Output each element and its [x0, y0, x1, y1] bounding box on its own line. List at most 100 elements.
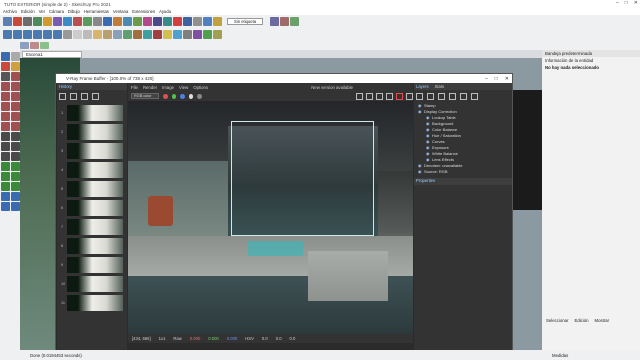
pixel-size[interactable]: 1x1: [159, 336, 166, 341]
shape-tool-icon[interactable]: [43, 17, 52, 26]
vray-scatter-icon[interactable]: [203, 30, 212, 39]
vfb-menu-file[interactable]: File: [131, 85, 138, 90]
tape-measure-icon[interactable]: [103, 17, 112, 26]
components-icon[interactable]: [40, 42, 49, 49]
paint-icon[interactable]: [11, 62, 20, 71]
menu-extensiones[interactable]: Extensiones: [132, 9, 155, 14]
views-left-icon[interactable]: [53, 30, 62, 39]
circle-icon[interactable]: [11, 82, 20, 91]
push-pull-icon[interactable]: [53, 17, 62, 26]
menu-dibujo[interactable]: Dibujo: [68, 9, 80, 14]
vfb-menu-render[interactable]: Render: [143, 85, 157, 90]
tab-edicion[interactable]: Edición: [574, 318, 588, 323]
monochrome-icon[interactable]: [113, 30, 122, 39]
arc-icon[interactable]: [11, 92, 20, 101]
line-tool-icon[interactable]: [23, 17, 32, 26]
shaded-icon[interactable]: [93, 30, 102, 39]
zoom-left-icon[interactable]: [1, 172, 10, 181]
green-channel-icon[interactable]: [171, 93, 177, 99]
orbit-left-icon[interactable]: [1, 162, 10, 171]
vray-render-icon[interactable]: [163, 17, 172, 26]
vray-vfb-icon[interactable]: [193, 17, 202, 26]
layer-delete-icon[interactable]: [460, 92, 467, 100]
render-image[interactable]: [128, 101, 413, 334]
camera-icon[interactable]: [270, 17, 280, 26]
eye-icon[interactable]: ◉: [418, 169, 422, 174]
stats-tab[interactable]: Stats: [435, 84, 445, 89]
scale-tool-icon[interactable]: [83, 17, 92, 26]
history-load-icon[interactable]: [70, 92, 77, 100]
prev-view-icon[interactable]: [1, 182, 10, 191]
minimize-icon[interactable]: –: [616, 0, 619, 6]
eye-icon[interactable]: ◉: [426, 133, 430, 138]
color-format[interactable]: HSV: [245, 336, 254, 341]
scene-tab[interactable]: Escena1: [22, 51, 82, 58]
color-mode[interactable]: Raw: [173, 336, 181, 341]
outliner-icon[interactable]: [30, 42, 39, 49]
eye-icon[interactable]: ◉: [426, 121, 430, 126]
vray-fur-icon[interactable]: [193, 30, 202, 39]
orbit-icon[interactable]: [123, 17, 132, 26]
close-icon[interactable]: ✕: [634, 0, 638, 6]
layer-group-icon[interactable]: [427, 92, 434, 100]
pan-icon[interactable]: [133, 17, 142, 26]
zoom-extents-icon[interactable]: [153, 17, 162, 26]
mono-channel-icon[interactable]: [197, 93, 202, 99]
styles-icon[interactable]: [213, 17, 222, 26]
dimension-icon[interactable]: [11, 142, 20, 151]
vray-dome-light-icon[interactable]: [173, 30, 182, 39]
pencil-icon[interactable]: [1, 72, 10, 81]
menu-ayuda[interactable]: Ayuda: [159, 9, 171, 14]
vfb-maximize-icon[interactable]: □: [495, 76, 498, 82]
position-camera-icon[interactable]: [290, 17, 300, 26]
layer-load-icon[interactable]: [449, 92, 456, 100]
history-item[interactable]: 2: [61, 123, 123, 140]
eye-icon[interactable]: ◉: [426, 145, 430, 150]
history-item[interactable]: 8: [61, 237, 123, 254]
vfb-menu-options[interactable]: Options: [193, 85, 208, 90]
menu-ventana[interactable]: Ventana: [113, 9, 128, 14]
vfb-menu-image[interactable]: Image: [162, 85, 174, 90]
vray-sphere-light-icon[interactable]: [163, 30, 172, 39]
history-compare-icon[interactable]: [81, 92, 88, 100]
move-tool-icon[interactable]: [63, 17, 72, 26]
layer-icon[interactable]: [20, 42, 29, 49]
eye-icon[interactable]: ◉: [426, 157, 430, 162]
vray-asset-editor-icon[interactable]: [183, 17, 192, 26]
follow-me-icon[interactable]: [11, 112, 20, 121]
layer-save-icon[interactable]: [438, 92, 445, 100]
vray-interactive-icon[interactable]: [173, 17, 182, 26]
views-back-icon[interactable]: [43, 30, 52, 39]
3d-text-icon[interactable]: [11, 152, 20, 161]
freehand-icon[interactable]: [11, 72, 20, 81]
tab-seleccionar[interactable]: Seleccionar: [546, 318, 568, 323]
push-pull-left-icon[interactable]: [11, 102, 20, 111]
layer-row[interactable]: ◉ Source: RGB: [414, 168, 512, 174]
move-icon[interactable]: [1, 102, 10, 111]
look-around-icon[interactable]: [11, 192, 20, 201]
eraser-icon[interactable]: [1, 62, 10, 71]
history-delete-icon[interactable]: [92, 92, 99, 100]
tape-icon[interactable]: [1, 132, 10, 141]
offset-icon[interactable]: [11, 122, 20, 131]
hidden-line-icon[interactable]: [83, 30, 92, 39]
rotate-tool-icon[interactable]: [73, 17, 82, 26]
lasso-icon[interactable]: [11, 52, 20, 61]
track-mouse-icon[interactable]: [366, 92, 373, 100]
entity-info-header[interactable]: Información de la entidad: [542, 57, 640, 64]
region-render-icon[interactable]: [356, 92, 363, 100]
eye-icon[interactable]: ◉: [418, 103, 422, 108]
eye-icon[interactable]: ◉: [426, 115, 430, 120]
offset-tool-icon[interactable]: [93, 17, 102, 26]
eye-icon[interactable]: ◉: [418, 109, 422, 114]
red-channel-icon[interactable]: [162, 93, 168, 99]
xray-icon[interactable]: [63, 30, 72, 39]
history-save-icon[interactable]: [59, 92, 66, 100]
rotate-icon[interactable]: [1, 112, 10, 121]
zoom-icon[interactable]: [143, 17, 152, 26]
alpha-channel-icon[interactable]: [188, 93, 194, 99]
tab-mostrar[interactable]: Mostrar: [595, 318, 610, 323]
text-icon[interactable]: [11, 132, 20, 141]
history-item[interactable]: 7: [61, 218, 123, 235]
walk-left-icon[interactable]: [1, 202, 10, 211]
